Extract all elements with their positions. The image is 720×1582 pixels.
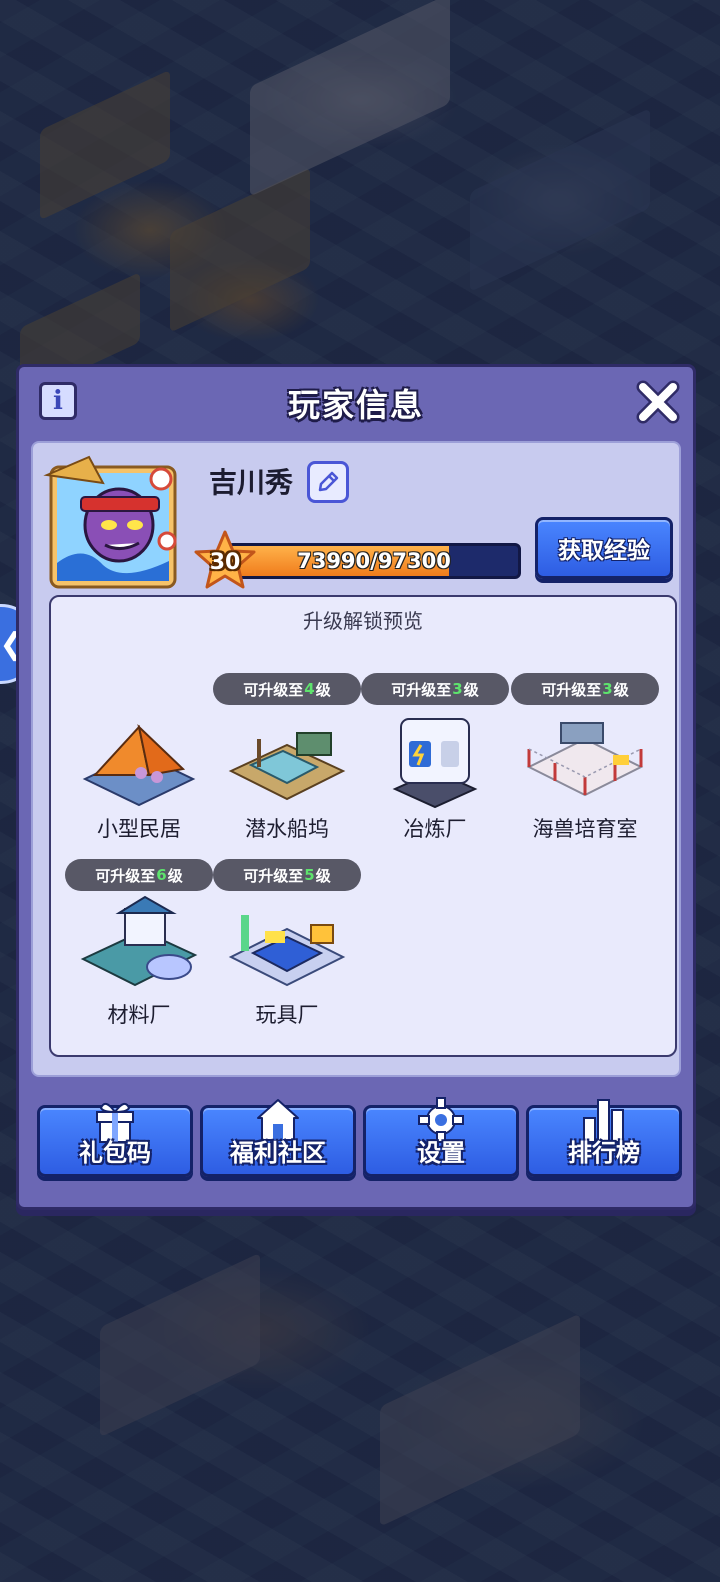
badge-suffix: 级: [315, 866, 331, 885]
edit-name-button[interactable]: [307, 461, 349, 503]
building-name: 小型民居: [97, 817, 181, 841]
ranking-button[interactable]: 排行榜: [526, 1099, 682, 1177]
settings-button[interactable]: 设置: [363, 1097, 519, 1177]
badge-prefix: 可升级至: [541, 680, 602, 699]
info-icon: i: [53, 386, 63, 416]
badge-prefix: 可升级至: [243, 680, 304, 699]
info-button[interactable]: i: [39, 382, 77, 420]
dialog-body: 吉川秀 73990/97300 30 获取经验 升级解锁预览 小型民居 可升级至…: [31, 441, 681, 1077]
building-sea-beast-nursery[interactable]: 可升级至 3 级 海兽培育室: [511, 673, 659, 859]
badge-level: 5: [304, 866, 315, 884]
building-name: 材料厂: [107, 1003, 171, 1027]
building-small-house[interactable]: 小型民居: [65, 673, 213, 859]
upgrade-badge: 可升级至 6 级: [65, 859, 213, 891]
gift-code-button[interactable]: 礼包码: [37, 1102, 193, 1177]
pencil-icon: [318, 471, 339, 492]
building-materials-factory[interactable]: 可升级至 6 级 材料厂: [65, 859, 213, 1045]
dialog-header: i 玩家信息: [19, 367, 693, 439]
badge-suffix: 级: [315, 680, 331, 699]
exp-progress-bar: 73990/97300: [227, 543, 521, 579]
materials-factory-image: [80, 895, 198, 987]
exp-text: 73990/97300: [297, 549, 451, 573]
upgrade-badge: 可升级至 3 级: [511, 673, 659, 705]
ranking-label: 排行榜: [568, 1139, 640, 1167]
player-level: 30: [209, 549, 241, 575]
building-name: 冶炼厂: [403, 817, 467, 841]
smelter-image: [392, 718, 478, 809]
close-icon: [636, 380, 680, 424]
upgrade-badge: 可升级至 5 级: [213, 859, 361, 891]
settings-label: 设置: [417, 1139, 465, 1167]
upgrade-badge: 可升级至 3 级: [361, 673, 509, 705]
small-house-image: [82, 724, 196, 807]
badge-level: 3: [452, 680, 463, 698]
building-name: 玩具厂: [255, 1003, 319, 1027]
badge-level: 3: [602, 680, 613, 698]
preview-title: 升级解锁预览: [303, 609, 423, 633]
badge-prefix: 可升级至: [95, 866, 156, 885]
player-name: 吉川秀: [209, 466, 294, 499]
badge-prefix: 可升级至: [243, 866, 304, 885]
badge-suffix: 级: [463, 680, 479, 699]
toy-factory-image: [228, 915, 346, 987]
diving-dock-image: [228, 732, 346, 801]
badge-level: 6: [156, 866, 167, 884]
close-button[interactable]: [633, 377, 683, 427]
upgrade-unlock-preview: 升级解锁预览 小型民居 可升级至 4 级 潜水船坞 可升级至 3 级 冶炼厂 可…: [49, 595, 677, 1057]
badge-prefix: 可升级至: [391, 680, 452, 699]
community-label: 福利社区: [230, 1139, 326, 1167]
badge-level: 4: [304, 680, 315, 698]
building-name: 潜水船坞: [245, 817, 329, 841]
building-toy-factory[interactable]: 可升级至 5 级 玩具厂: [213, 859, 361, 1045]
community-button[interactable]: 福利社区: [200, 1099, 356, 1177]
badge-suffix: 级: [167, 866, 183, 885]
building-diving-dock[interactable]: 可升级至 4 级 潜水船坞: [213, 673, 361, 859]
sea-beast-nursery-image: [526, 722, 644, 797]
gift-code-label: 礼包码: [79, 1139, 151, 1167]
badge-suffix: 级: [613, 680, 629, 699]
building-name: 海兽培育室: [532, 817, 638, 841]
upgrade-badge: 可升级至 4 级: [213, 673, 361, 705]
player-avatar[interactable]: [43, 453, 183, 593]
building-smelter[interactable]: 可升级至 3 级 冶炼厂: [361, 673, 509, 859]
get-exp-button[interactable]: 获取经验: [535, 517, 673, 579]
dialog-title: 玩家信息: [287, 386, 424, 424]
player-info-dialog: i 玩家信息 吉川秀 73990/97300 30 获取经验 升级解锁预览 小型…: [16, 364, 696, 1210]
